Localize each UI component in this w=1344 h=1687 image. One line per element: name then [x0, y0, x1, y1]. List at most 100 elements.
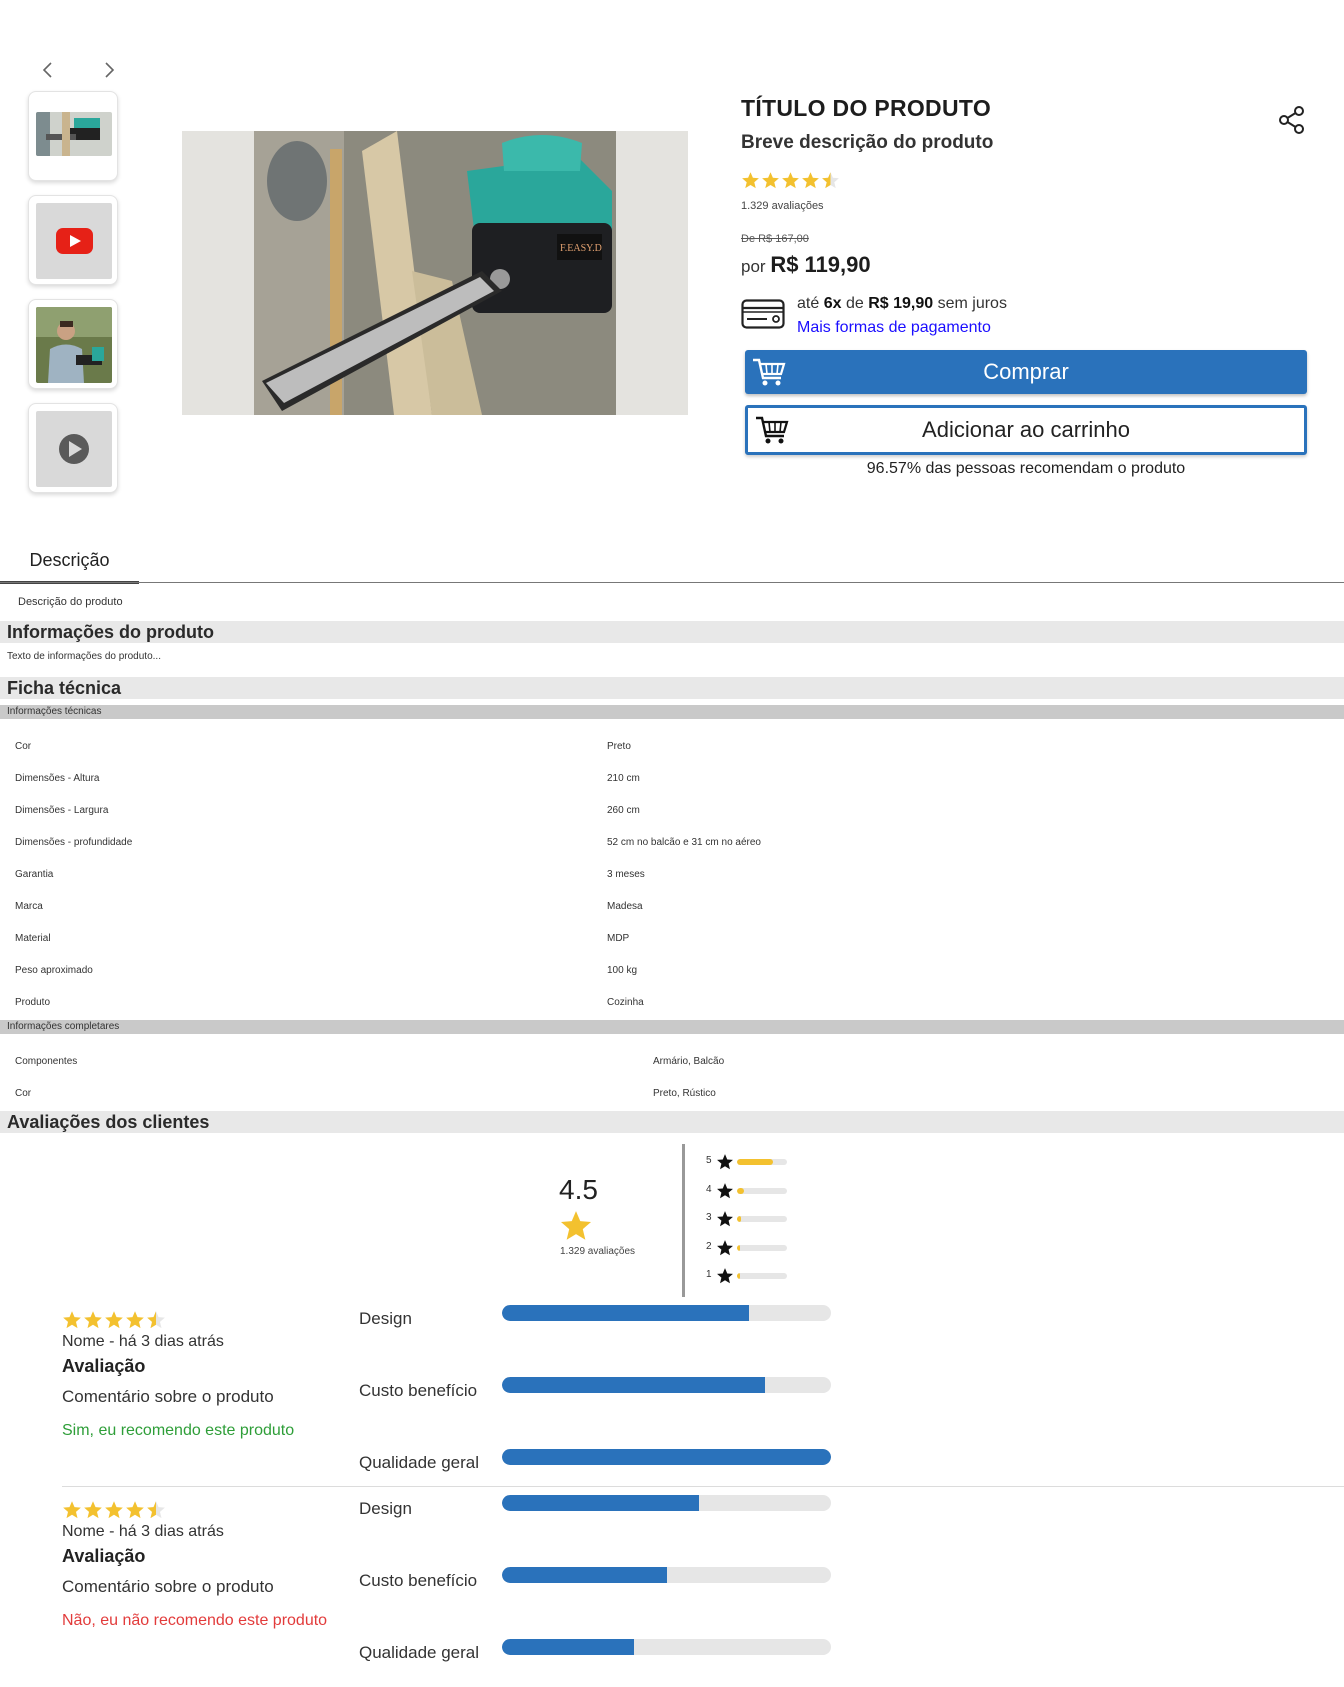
- criteria-bar: [502, 1567, 831, 1583]
- spec-row: Dimensões - profundidade 52 cm no balcão …: [15, 837, 1335, 857]
- buy-button[interactable]: Comprar: [745, 350, 1307, 394]
- star-icon: [716, 1267, 734, 1285]
- spec-value: 260 cm: [607, 805, 640, 816]
- distribution-bar: [737, 1273, 787, 1279]
- review-stars: [62, 1500, 166, 1520]
- spec-row: Garantia 3 meses: [15, 869, 1335, 889]
- distribution-row: 1: [706, 1267, 796, 1285]
- tab-divider: [0, 582, 1344, 583]
- spec-row: Dimensões - Largura 260 cm: [15, 805, 1335, 825]
- product-title: TÍTULO DO PRODUTO: [741, 95, 992, 121]
- chainsaw-thumbnail-icon: [36, 112, 112, 156]
- spec-key: Cor: [15, 1088, 32, 1099]
- distribution-bar: [737, 1187, 787, 1194]
- criteria-bar-fill: [502, 1639, 634, 1655]
- subsection-complementary-info: Informações completares: [0, 1020, 1344, 1034]
- installments-suffix: sem juros: [937, 295, 1007, 312]
- price-prefix: por: [741, 257, 766, 276]
- review-title: Avaliação: [62, 1546, 146, 1566]
- average-rating: 4.5: [559, 1174, 598, 1205]
- tab-description[interactable]: Descrição: [0, 546, 139, 584]
- thumb-play-bg: [36, 411, 112, 487]
- buy-button-label: Comprar: [983, 359, 1069, 384]
- star-icon: [741, 171, 760, 190]
- star-icon: [558, 1209, 594, 1243]
- more-payments-link[interactable]: Mais formas de pagamento: [797, 319, 991, 337]
- star-icon: [716, 1153, 734, 1171]
- spec-key: Componentes: [15, 1056, 78, 1067]
- summary-divider: [682, 1144, 685, 1297]
- cart-icon: [754, 414, 790, 446]
- criteria-bar-fill: [502, 1377, 766, 1393]
- spec-row: Cor Preto, Rústico: [15, 1088, 1335, 1108]
- section-customer-reviews: Avaliações dos clientes: [0, 1111, 1344, 1133]
- star-icon: [761, 171, 780, 190]
- review-author: Nome - há 3 dias atrás: [62, 1333, 224, 1350]
- star-icon: [83, 1310, 103, 1330]
- review-comment: Comentário sobre o produto: [62, 1387, 274, 1406]
- spec-row: Dimensões - Altura 210 cm: [15, 773, 1335, 793]
- star-icon: [125, 1310, 145, 1330]
- spec-key: Garantia: [15, 869, 54, 880]
- description-text: Descrição do produto: [18, 596, 123, 608]
- person-thumbnail-icon: [36, 307, 112, 383]
- star-icon: [801, 171, 820, 190]
- distribution-bar: [737, 1244, 787, 1251]
- distribution-stars-count: 1: [706, 1269, 712, 1280]
- thumbnail-person[interactable]: [28, 299, 118, 389]
- product-info-text: Texto de informações do produto...: [7, 651, 161, 662]
- brand-label: F.EASY.D: [560, 243, 602, 254]
- review-recommendation: Sim, eu recomendo este produto: [62, 1422, 295, 1439]
- share-icon[interactable]: [1278, 106, 1306, 134]
- spec-value: MDP: [607, 933, 630, 944]
- star-icon: [125, 1500, 145, 1520]
- criteria-bar: [502, 1639, 831, 1655]
- installments-count: 6x: [823, 295, 842, 312]
- spec-key: Peso aproximado: [15, 965, 93, 976]
- thumbnail-video-play[interactable]: [28, 403, 118, 493]
- spec-value: 52 cm no balcão e 31 cm no aéreo: [607, 837, 761, 848]
- criteria-label: Qualidade geral: [359, 1453, 480, 1472]
- star-icon: [716, 1210, 734, 1228]
- product-subtitle: Breve descrição do produto: [741, 132, 994, 153]
- add-to-cart-button[interactable]: Adicionar ao carrinho: [745, 405, 1307, 455]
- criteria-label: Custo benefício: [359, 1381, 478, 1400]
- thumb-youtube-bg: [36, 203, 112, 279]
- spec-row: Produto Cozinha: [15, 997, 1335, 1017]
- gallery-prev-arrow[interactable]: [38, 60, 58, 80]
- average-review-count: 1.329 avaliações: [560, 1246, 636, 1257]
- criteria-label: Custo benefício: [359, 1571, 478, 1590]
- distribution-bar-fill: [737, 1216, 741, 1222]
- distribution-bar-fill: [737, 1187, 744, 1194]
- star-icon: [104, 1500, 124, 1520]
- spec-value: Cozinha: [607, 997, 644, 1008]
- subsection-tech-info: Informações técnicas: [0, 705, 1344, 719]
- spec-row: Cor Preto: [15, 741, 1335, 761]
- spec-row: Componentes Armário, Balcão: [15, 1056, 1335, 1076]
- distribution-row: 3: [706, 1210, 796, 1228]
- review-author: Nome - há 3 dias atrás: [62, 1523, 224, 1540]
- section-product-info: Informações do produto: [0, 621, 1344, 643]
- criteria-bar: [502, 1377, 831, 1393]
- review-stars: [62, 1310, 166, 1330]
- spec-value: 210 cm: [607, 773, 640, 784]
- review-separator: [62, 1486, 1344, 1487]
- gallery-next-arrow[interactable]: [99, 60, 119, 80]
- criteria-label: Design: [359, 1499, 412, 1518]
- cart-icon: [751, 356, 787, 388]
- star-icon: [821, 171, 840, 190]
- criteria-label: Qualidade geral: [359, 1643, 480, 1662]
- distribution-stars-count: 4: [706, 1183, 712, 1195]
- spec-row: Peso aproximado 100 kg: [15, 965, 1335, 985]
- product-rating-stars: [741, 171, 840, 190]
- spec-key: Cor: [15, 741, 32, 752]
- thumbnail-video-youtube[interactable]: [28, 195, 118, 285]
- thumbnail-chainsaw[interactable]: [28, 91, 118, 181]
- product-review-count: 1.329 avaliações: [741, 200, 824, 212]
- distribution-bar: [737, 1159, 787, 1165]
- review-title: Avaliação: [62, 1356, 146, 1376]
- distribution-stars-count: 3: [706, 1212, 712, 1223]
- criteria-bar-fill: [502, 1567, 667, 1583]
- main-product-image: F.EASY.D: [182, 131, 688, 415]
- criteria-bar-fill: [502, 1495, 700, 1511]
